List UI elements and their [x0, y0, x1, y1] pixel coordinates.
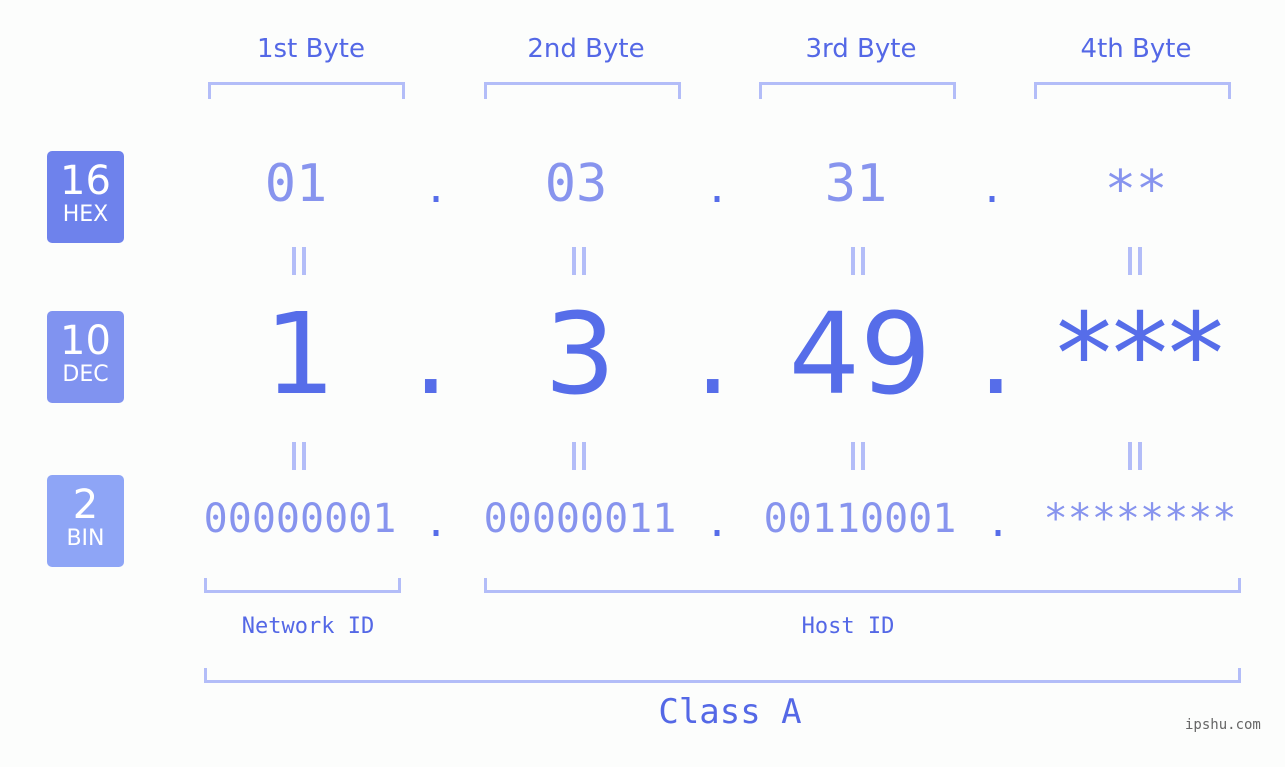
bin-byte-2: 00000011	[483, 496, 677, 542]
byte-header-4: 4th Byte	[1080, 34, 1192, 64]
equals-icon	[851, 247, 865, 275]
bin-byte-3: 00110001	[763, 496, 957, 542]
byte-bracket-4	[1034, 82, 1231, 99]
dec-byte-1: 1	[264, 290, 336, 420]
hex-badge: 16 HEX	[47, 151, 124, 243]
equals-icon	[292, 442, 306, 470]
byte-bracket-1	[208, 82, 405, 99]
hex-base-number: 16	[60, 158, 111, 204]
hex-byte-4: **	[1104, 160, 1168, 220]
bin-separator-3: .	[986, 500, 1011, 546]
bin-separator-2: .	[705, 500, 730, 546]
dec-byte-2: 3	[544, 290, 616, 420]
dec-separator-3: .	[978, 290, 1014, 420]
equals-icon	[292, 247, 306, 275]
equals-icon	[1128, 247, 1142, 275]
network-id-label: Network ID	[241, 614, 375, 639]
host-id-label: Host ID	[801, 614, 895, 639]
hex-separator-1: .	[424, 166, 449, 212]
bin-separator-1: .	[424, 500, 449, 546]
hex-base-label: HEX	[62, 202, 109, 227]
hex-byte-2: 03	[544, 154, 608, 214]
bin-byte-1: 00000001	[203, 496, 397, 542]
byte-bracket-3	[759, 82, 956, 99]
hex-byte-3: 31	[824, 154, 888, 214]
dec-base-label: DEC	[62, 362, 109, 387]
watermark: ipshu.com	[1185, 717, 1261, 733]
hex-separator-2: .	[705, 166, 730, 212]
bin-base-label: BIN	[66, 526, 105, 551]
dec-badge: 10 DEC	[47, 311, 124, 403]
dec-byte-3: 49	[788, 290, 932, 420]
bin-byte-4: ********	[1043, 496, 1237, 542]
equals-icon	[572, 247, 586, 275]
equals-icon	[1128, 442, 1142, 470]
equals-icon	[572, 442, 586, 470]
host-id-bracket	[484, 578, 1241, 593]
dec-base-number: 10	[60, 318, 111, 364]
byte-header-2: 2nd Byte	[527, 34, 645, 64]
byte-bracket-2	[484, 82, 681, 99]
byte-header-3: 3rd Byte	[805, 34, 917, 64]
class-label: Class A	[658, 692, 802, 732]
network-id-bracket	[204, 578, 401, 593]
dec-byte-4: ***	[1056, 290, 1224, 420]
bin-base-number: 2	[72, 482, 99, 528]
hex-separator-3: .	[980, 166, 1005, 212]
bin-badge: 2 BIN	[47, 475, 124, 567]
class-bracket	[204, 668, 1241, 683]
dec-separator-1: .	[413, 290, 449, 420]
dec-separator-2: .	[695, 290, 731, 420]
equals-icon	[851, 442, 865, 470]
hex-byte-1: 01	[264, 154, 328, 214]
byte-header-1: 1st Byte	[257, 34, 365, 64]
